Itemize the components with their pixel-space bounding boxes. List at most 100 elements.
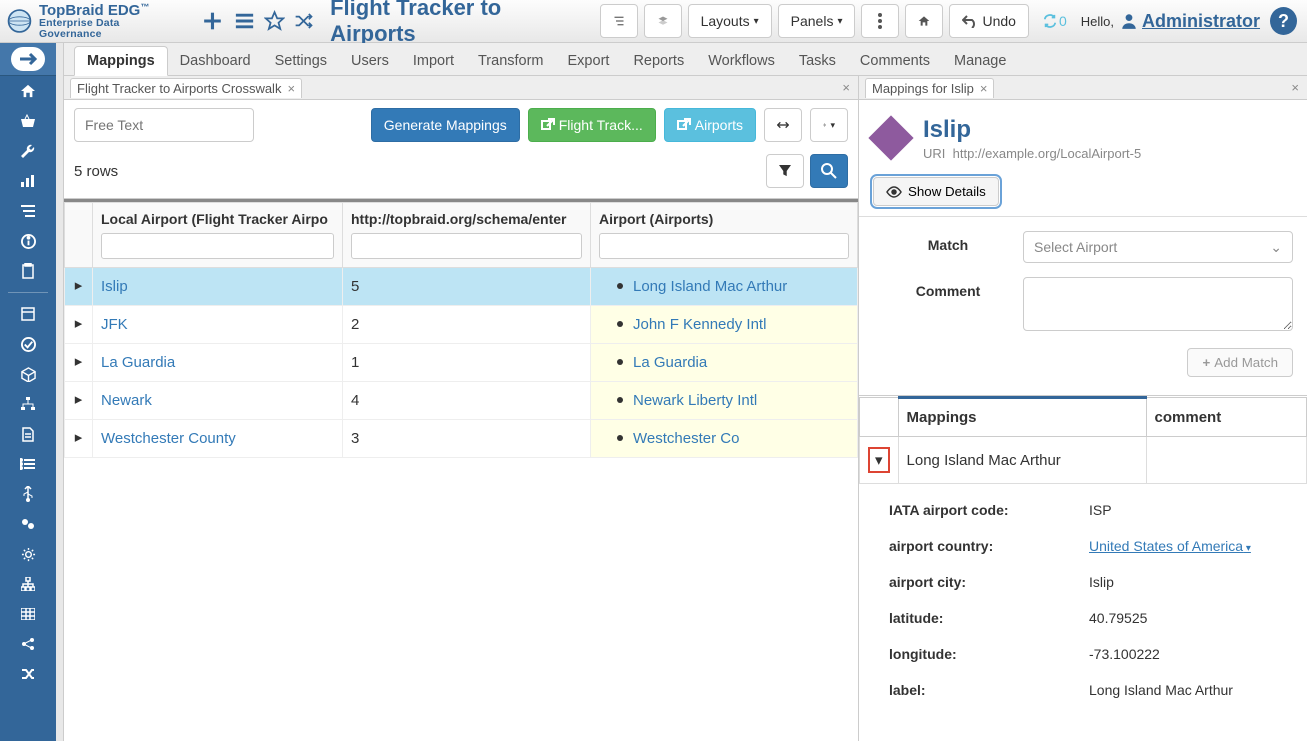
usb-icon[interactable] xyxy=(0,479,56,509)
menu-icon[interactable] xyxy=(233,9,256,33)
table-row[interactable]: ▸Newark4Newark Liberty Intl xyxy=(65,382,858,420)
match-link[interactable]: Westchester Co xyxy=(633,430,739,447)
shuffle-icon[interactable] xyxy=(293,10,314,32)
menu-import[interactable]: Import xyxy=(401,47,466,75)
list2-icon[interactable] xyxy=(0,449,56,479)
table-row[interactable]: ▸Islip5Long Island Mac Arthur xyxy=(65,268,858,306)
airports-button[interactable]: Airports xyxy=(664,108,756,142)
resource-title: Islip xyxy=(923,116,1141,144)
table-row[interactable]: ▸JFK2John F Kennedy Intl xyxy=(65,306,858,344)
menu-users[interactable]: Users xyxy=(339,47,401,75)
page-title: Flight Tracker to Airports xyxy=(330,0,581,47)
clipboard-icon[interactable] xyxy=(0,256,56,286)
sidebar-collapse[interactable] xyxy=(0,43,56,76)
menu-mappings[interactable]: Mappings xyxy=(74,46,168,76)
table-row[interactable]: ▸Westchester County3Westchester Co xyxy=(65,420,858,458)
expand-caret[interactable]: ▸ xyxy=(75,353,83,370)
menu-manage[interactable]: Manage xyxy=(942,47,1018,75)
crosswalk-tab[interactable]: Flight Tracker to Airports Crosswalk× xyxy=(70,78,302,98)
airport-link[interactable]: JFK xyxy=(101,316,128,333)
col2-filter[interactable] xyxy=(351,233,582,259)
expand-caret[interactable]: ▸ xyxy=(75,391,83,408)
match-link[interactable]: Newark Liberty Intl xyxy=(633,392,757,409)
menu-comments[interactable]: Comments xyxy=(848,47,942,75)
panels-dropdown[interactable]: Panels ▾ xyxy=(778,4,856,38)
expand-caret[interactable]: ▸ xyxy=(75,315,83,332)
search-button[interactable] xyxy=(810,154,848,188)
detail-link[interactable]: United States of America xyxy=(1089,538,1251,554)
help-button[interactable]: ? xyxy=(1270,7,1297,35)
toggle-tree-button[interactable] xyxy=(600,4,638,38)
basket-icon[interactable] xyxy=(0,106,56,136)
airport-link[interactable]: Westchester County xyxy=(101,430,236,447)
match-select[interactable]: Select Airport⌄ xyxy=(1023,231,1293,263)
check-icon[interactable] xyxy=(0,329,56,359)
comment-textarea[interactable] xyxy=(1023,277,1293,331)
share-icon[interactable] xyxy=(0,629,56,659)
expand-caret[interactable]: ▸ xyxy=(75,277,83,294)
menu-reports[interactable]: Reports xyxy=(621,47,696,75)
close-icon[interactable]: × xyxy=(980,81,988,96)
table-row[interactable]: ▸La Guardia1La Guardia xyxy=(65,344,858,382)
free-text-input[interactable] xyxy=(74,108,254,142)
doc-icon[interactable] xyxy=(0,419,56,449)
gear-icon[interactable] xyxy=(0,539,56,569)
menu-tasks[interactable]: Tasks xyxy=(787,47,848,75)
col-local-airport[interactable]: Local Airport (Flight Tracker Airpo xyxy=(93,203,343,268)
col-id[interactable]: http://topbraid.org/schema/enter xyxy=(343,203,591,268)
add-match-button[interactable]: +Add Match xyxy=(1187,348,1293,377)
user-link[interactable]: Administrator xyxy=(1120,11,1260,32)
mapping-row-value[interactable]: Long Island Mac Arthur xyxy=(898,437,1146,484)
match-link[interactable]: John F Kennedy Intl xyxy=(633,316,766,333)
star-icon[interactable] xyxy=(264,10,285,32)
col3-filter[interactable] xyxy=(599,233,849,259)
filter-button[interactable] xyxy=(766,154,804,188)
gears-icon[interactable] xyxy=(0,509,56,539)
more-button[interactable] xyxy=(861,4,899,38)
close-icon[interactable]: × xyxy=(287,81,295,96)
swap-button[interactable] xyxy=(764,108,802,142)
tree2-icon[interactable] xyxy=(0,569,56,599)
expand-caret[interactable]: ▾ xyxy=(868,447,890,473)
wrench-icon[interactable] xyxy=(0,136,56,166)
menu-workflows[interactable]: Workflows xyxy=(696,47,787,75)
generate-mappings-button[interactable]: Generate Mappings xyxy=(371,108,520,142)
col1-filter[interactable] xyxy=(101,233,334,259)
panel-close[interactable]: × xyxy=(842,80,850,95)
plus-icon[interactable] xyxy=(200,8,225,34)
cube-icon[interactable] xyxy=(0,359,56,389)
menu-transform[interactable]: Transform xyxy=(466,47,556,75)
detail-tab[interactable]: Mappings for Islip× xyxy=(865,78,994,98)
app-logo[interactable]: TopBraid EDG™ Enterprise Data Governance xyxy=(6,3,180,39)
chart-icon[interactable] xyxy=(0,166,56,196)
settings-dropdown[interactable]: ▾ xyxy=(810,108,848,142)
comment-header[interactable]: comment xyxy=(1146,398,1306,437)
airport-link[interactable]: Islip xyxy=(101,278,128,295)
menu-settings[interactable]: Settings xyxy=(263,47,339,75)
flight-tracker-button[interactable]: Flight Track... xyxy=(528,108,656,142)
mappings-header[interactable]: Mappings xyxy=(898,398,1146,437)
expand-caret[interactable]: ▸ xyxy=(75,429,83,446)
calc-icon[interactable] xyxy=(0,299,56,329)
comment-label: Comment xyxy=(873,277,1023,299)
info-icon[interactable] xyxy=(0,226,56,256)
match-link[interactable]: Long Island Mac Arthur xyxy=(633,278,787,295)
menu-dashboard[interactable]: Dashboard xyxy=(168,47,263,75)
undo-button[interactable]: Undo xyxy=(949,4,1028,38)
sitemap-icon[interactable] xyxy=(0,389,56,419)
home-icon[interactable] xyxy=(0,76,56,106)
match-link[interactable]: La Guardia xyxy=(633,354,707,371)
menu-export[interactable]: Export xyxy=(556,47,622,75)
panel-close[interactable]: × xyxy=(1291,80,1299,95)
col-airport[interactable]: Airport (Airports) xyxy=(591,203,858,268)
grid-icon[interactable] xyxy=(0,599,56,629)
list-icon[interactable] xyxy=(0,196,56,226)
layers-button[interactable] xyxy=(644,4,682,38)
airport-link[interactable]: La Guardia xyxy=(101,354,175,371)
layouts-dropdown[interactable]: Layouts ▾ xyxy=(688,4,772,38)
sidebar-scroll[interactable] xyxy=(56,43,64,741)
crosswalk-icon[interactable] xyxy=(0,659,56,689)
show-details-button[interactable]: Show Details xyxy=(873,177,999,206)
home-button[interactable] xyxy=(905,4,943,38)
airport-link[interactable]: Newark xyxy=(101,392,152,409)
